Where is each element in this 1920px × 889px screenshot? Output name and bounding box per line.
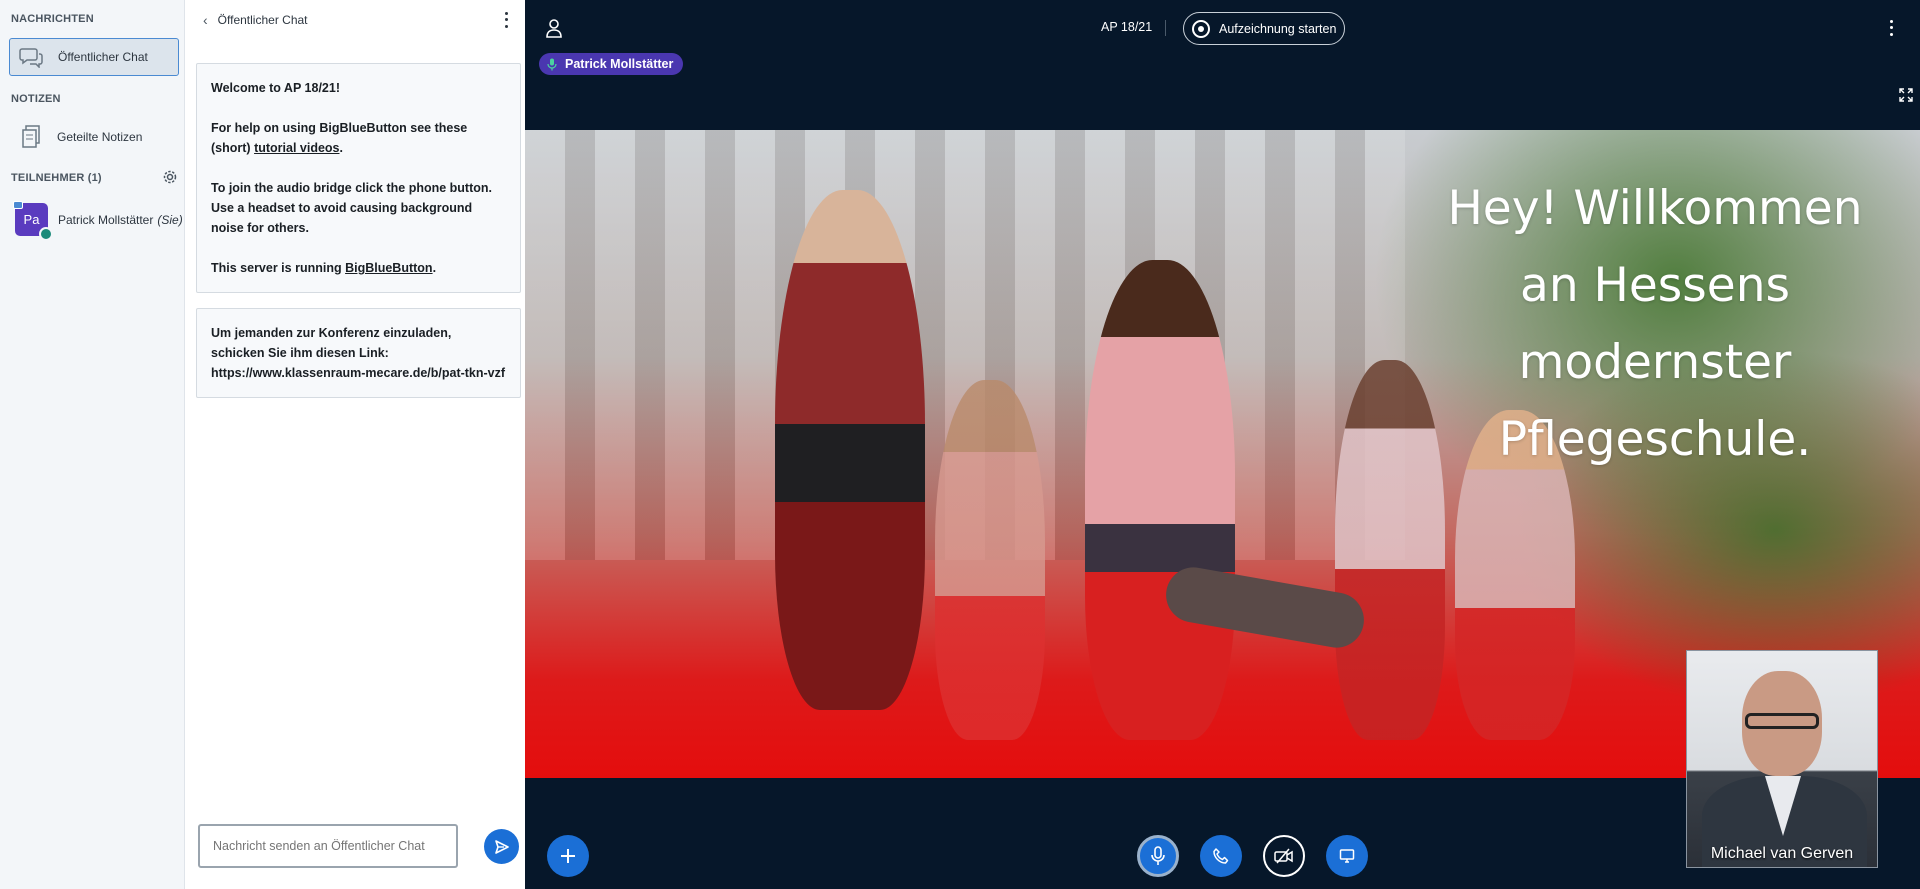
start-recording-button[interactable]: Aufzeichnung starten [1183,12,1345,45]
meeting-title: AP 18/21 [1101,20,1153,34]
send-icon [494,839,509,854]
talker-name: Patrick Mollstätter [565,57,674,71]
shared-notes-label: Geteilte Notizen [57,130,143,144]
avatar-initials: Pa [23,212,40,227]
fullscreen-icon[interactable] [1899,88,1913,102]
avatar: Pa [13,201,53,241]
user-icon[interactable] [545,18,563,38]
server-text: This server is running [211,261,346,275]
actions-button[interactable] [547,835,589,877]
notes-section-title: NOTIZEN [11,93,61,105]
webcam-person-glasses [1745,713,1819,729]
webcam-user-name: Michael van Gerven [1710,845,1854,862]
welcome-message: Welcome to AP 18/21! For help on using B… [196,63,521,293]
divider [1165,20,1166,36]
messages-section-title: NACHRICHTEN [11,13,94,25]
welcome-line: Welcome to AP 18/21! [211,81,340,95]
voice-indicator-icon [39,227,53,241]
presenter-indicator-icon [13,201,23,209]
user-list-sidebar: NACHRICHTEN Öffentlicher Chat NOTIZEN Ge… [0,0,185,889]
participants-section-title: TEILNEHMER (1) [11,172,102,184]
screen-share-icon [1339,849,1355,863]
chat-options-icon[interactable] [501,10,511,30]
invite-text: Um jemanden zur Konferenz einzuladen, sc… [211,326,452,360]
slide-headline-line: Pflegeschule. [1498,412,1812,467]
more-icon[interactable] [1888,18,1894,38]
help-line: For help on using BigBlueButton see thes… [211,118,506,158]
chat-header[interactable]: ‹ Öffentlicher Chat [203,10,308,30]
send-button[interactable] [484,829,519,864]
public-chat-label: Öffentlicher Chat [58,50,148,64]
slide-headline-line: an Hessens modernster [1518,258,1792,390]
mute-button[interactable] [1137,835,1179,877]
leave-audio-button[interactable] [1200,835,1242,877]
slide-headline: Hey! Willkommen an Hessens modernster Pf… [1385,170,1920,478]
server-suffix: . [432,261,437,275]
mic-icon [1151,846,1165,865]
participant-you-label: (Sie) [157,212,183,227]
chat-panel: ‹ Öffentlicher Chat Welcome to AP 18/21!… [185,0,525,889]
share-screen-button[interactable] [1326,835,1368,877]
chat-message-input[interactable] [198,824,458,868]
webcam-video[interactable]: Michael van Gerven [1686,650,1878,868]
share-webcam-button[interactable] [1263,835,1305,877]
sidebar-item-shared-notes[interactable]: Geteilte Notizen [9,118,179,156]
slide-headline-line: Hey! Willkommen [1447,181,1863,236]
participant-item[interactable]: Pa Patrick Mollstätter (Sie) [13,201,183,241]
talking-indicator[interactable]: Patrick Mollstätter [539,53,684,75]
camera-off-icon [1274,848,1293,864]
bigbluebutton-link[interactable]: BigBlueButton [345,261,432,275]
gear-icon[interactable] [162,169,178,185]
phone-icon [1213,848,1229,864]
chat-icon [18,43,46,71]
audio-line: To join the audio bridge click the phone… [211,181,493,235]
tutorial-videos-link[interactable]: tutorial videos [254,141,339,155]
mic-icon [547,58,557,70]
chat-title: Öffentlicher Chat [217,13,308,27]
server-line: This server is running BigBlueButton. [211,258,506,278]
invite-message: Um jemanden zur Konferenz einzuladen, sc… [196,308,521,398]
plus-icon [561,849,575,863]
record-label: Aufzeichnung starten [1219,21,1337,36]
record-icon [1192,19,1210,38]
slide-figure [1085,260,1235,740]
main-presentation-area: AP 18/21 Aufzeichnung starten Patrick Mo… [525,0,1920,889]
participant-name: Patrick Mollstätter [58,212,154,227]
notes-icon [17,123,45,151]
back-icon[interactable]: ‹ [203,12,208,28]
sidebar-item-public-chat[interactable]: Öffentlicher Chat [9,38,179,76]
invite-link[interactable]: https://www.klassenraum-mecare.de/b/pat-… [211,363,506,383]
help-suffix: . [339,141,343,155]
slide-figure [935,380,1045,740]
slide-figure [775,190,925,710]
